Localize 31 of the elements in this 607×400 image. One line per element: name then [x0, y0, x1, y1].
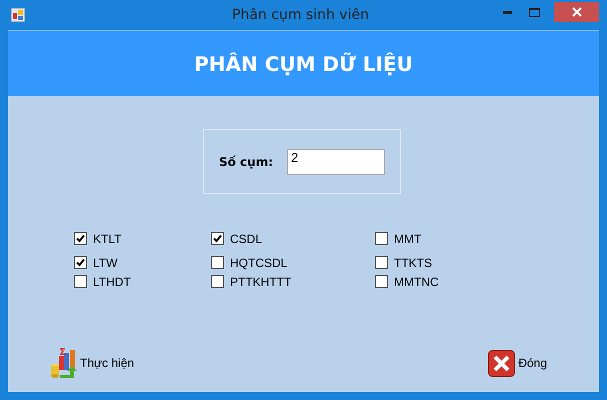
subject-checkbox[interactable]: LTHDT — [74, 274, 211, 289]
subject-checkbox[interactable]: MMT — [375, 231, 515, 246]
run-button[interactable]: Thực hiện — [50, 348, 134, 378]
subject-checkbox[interactable]: CSDL — [211, 231, 375, 246]
subject-checkbox[interactable]: LTW — [74, 255, 211, 270]
subject-checkbox[interactable]: PTTKHTTT — [211, 274, 375, 289]
close-button[interactable] — [554, 2, 599, 22]
checkbox[interactable] — [211, 232, 224, 245]
window-title: Phân cụm sinh viên — [231, 7, 370, 23]
app-icon — [11, 8, 25, 22]
checkbox[interactable] — [74, 232, 87, 245]
chart-icon — [50, 348, 80, 378]
close-dialog-button[interactable]: Đóng — [488, 350, 547, 376]
subject-checkbox[interactable]: HQTCSDL — [211, 255, 375, 270]
maximize-icon — [529, 8, 540, 16]
checkbox[interactable] — [375, 256, 388, 269]
checkbox[interactable] — [211, 256, 224, 269]
subject-checkbox[interactable]: TTKTS — [375, 255, 515, 270]
header-title: PHÂN CỤM DỮ LIỆU — [194, 52, 413, 76]
subject-checkbox[interactable]: MMTNC — [375, 274, 515, 289]
checkbox[interactable] — [74, 275, 87, 288]
input-field[interactable]: 2 — [287, 148, 386, 174]
subject-checkbox[interactable]: KTLT — [74, 231, 211, 246]
close-icon — [572, 7, 582, 17]
minimize-icon — [503, 10, 512, 14]
close-icon — [488, 350, 516, 376]
checkbox[interactable] — [74, 256, 87, 269]
checkbox[interactable] — [375, 232, 388, 245]
checkbox[interactable] — [211, 275, 224, 288]
field-label: Số cụm: — [218, 154, 274, 168]
checkbox[interactable] — [375, 275, 388, 288]
